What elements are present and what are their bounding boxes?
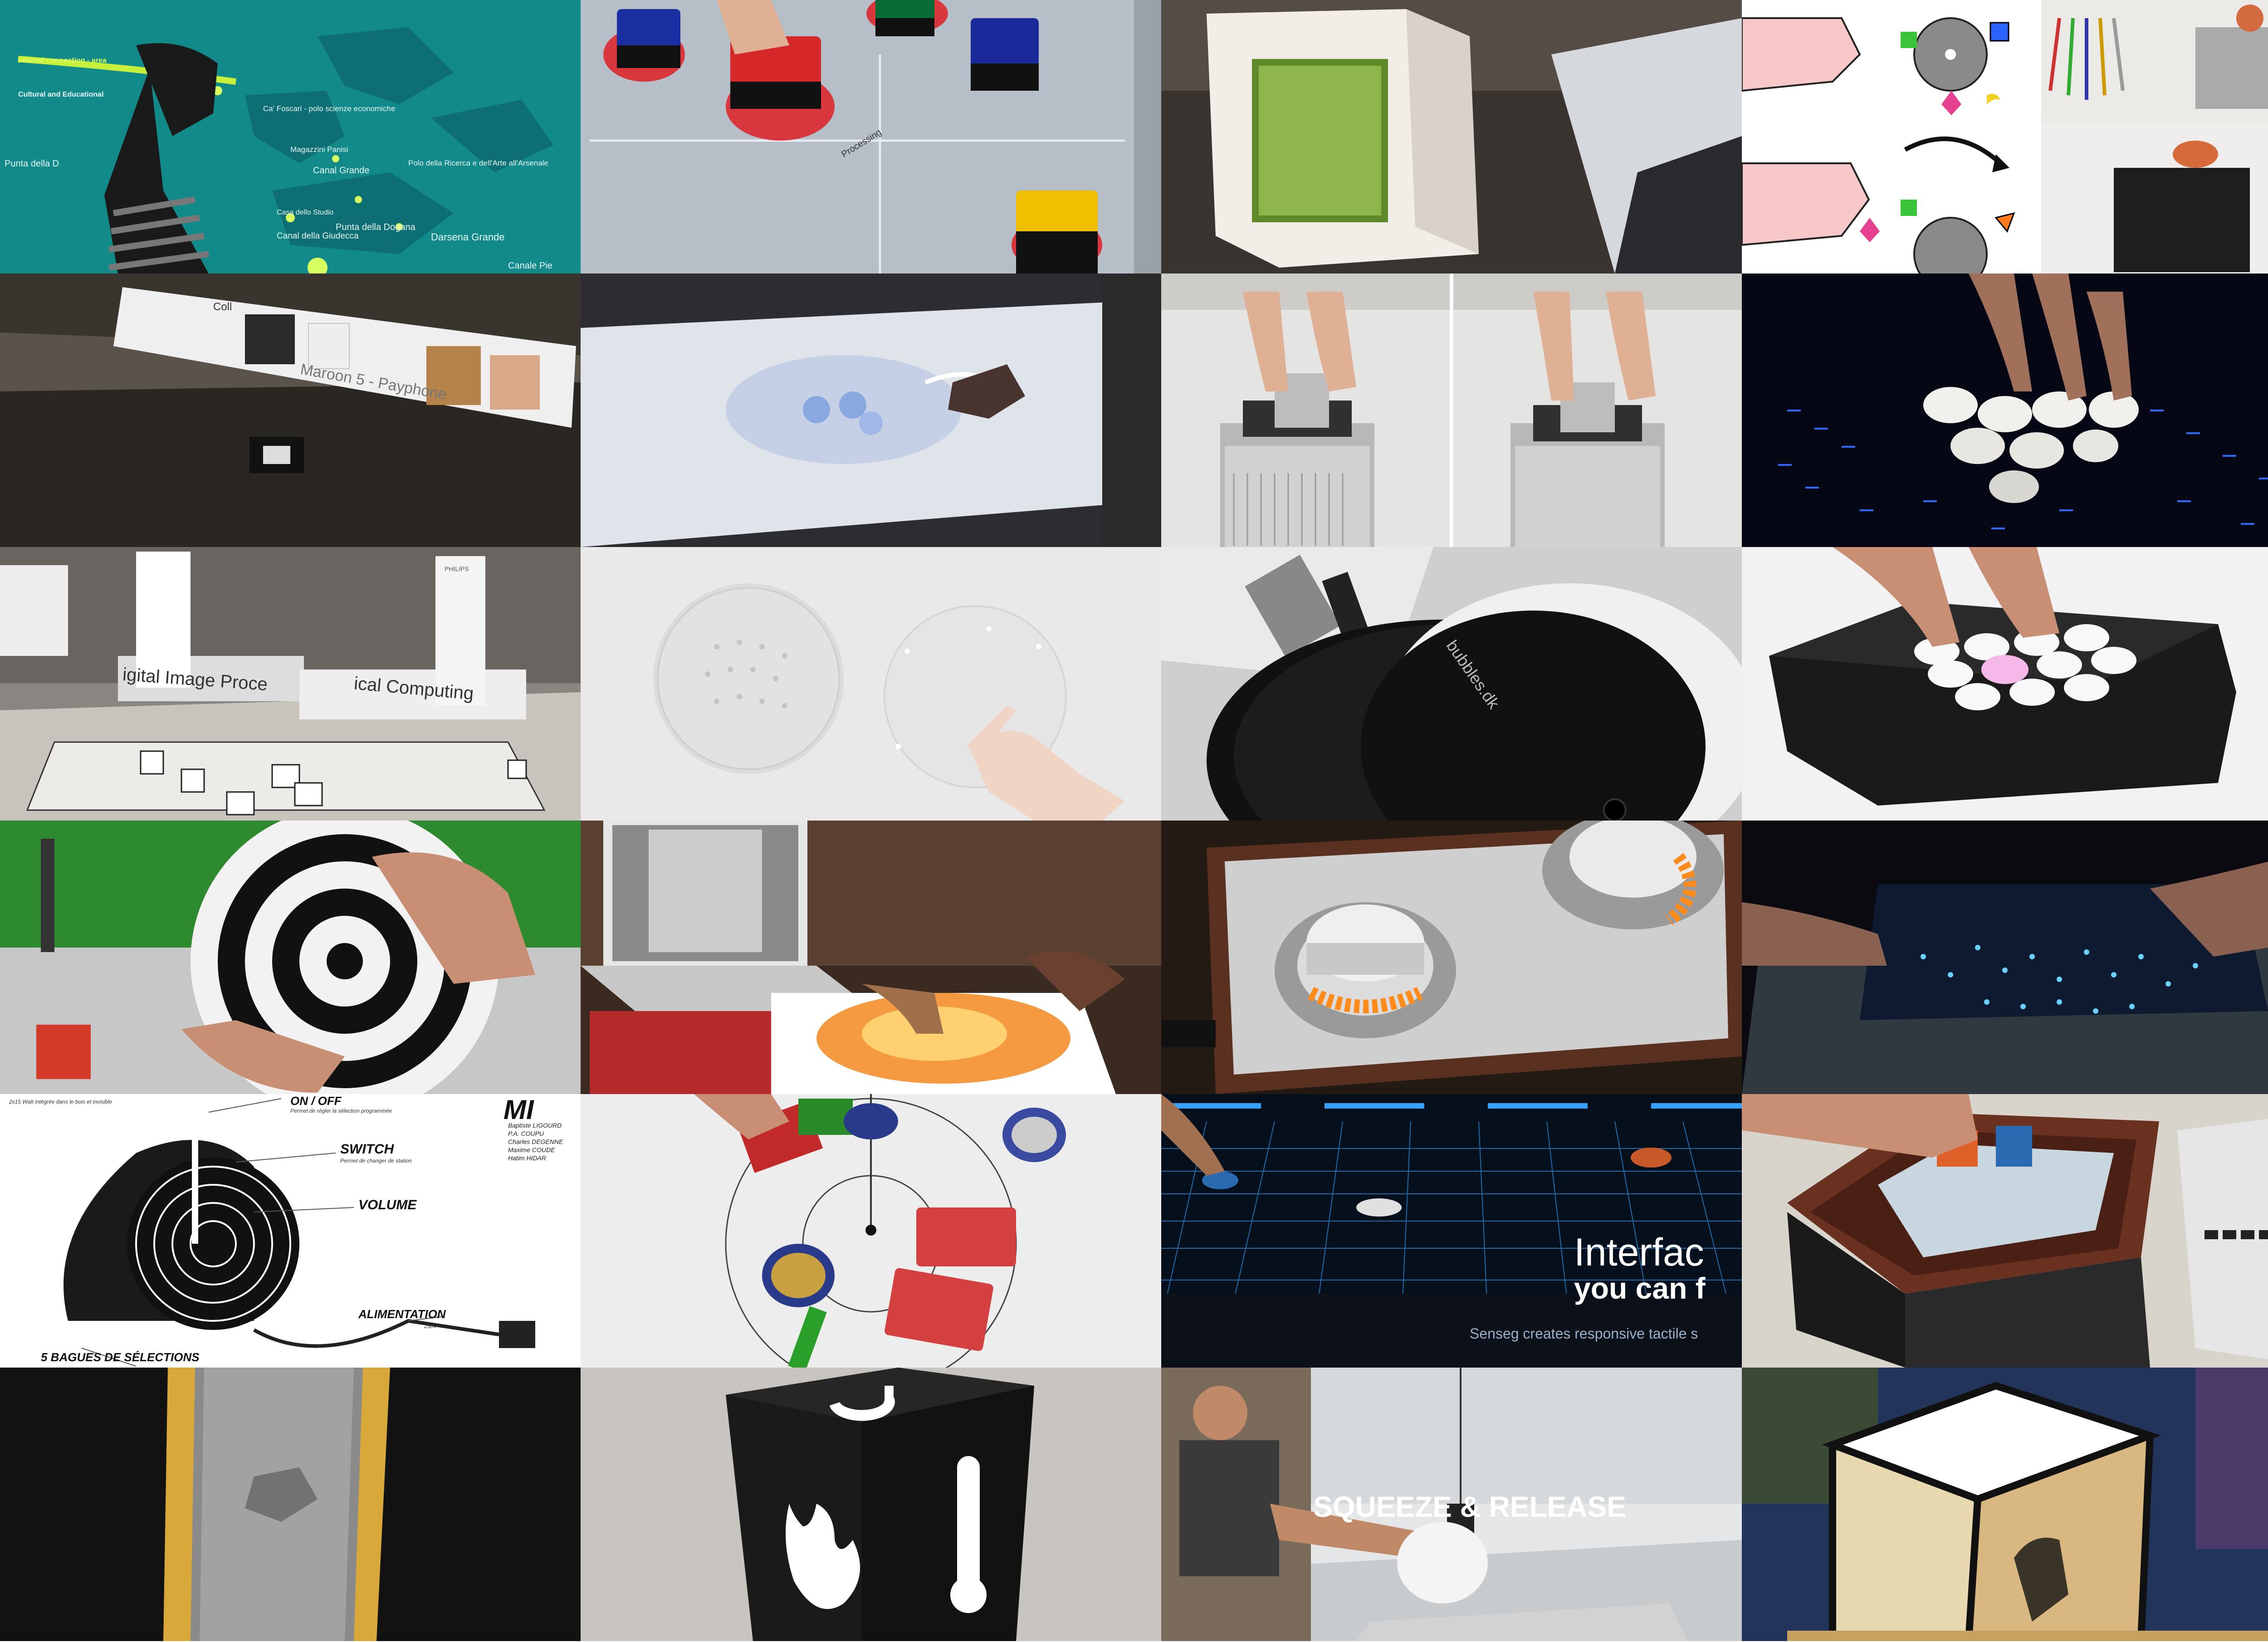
credits-list: Baptiste LIGOURD P.A. COUPU Charles DEGE… <box>508 1121 563 1162</box>
credit-name: Hatim HIDAR <box>508 1154 547 1162</box>
label-switch-note: Permet de changer de station <box>340 1158 412 1164</box>
tile-fiducial-table: igital Image Proce ical Computing PHILIP… <box>0 547 581 821</box>
squeeze-release-caption: SQUEEZE & RELEASE <box>1313 1491 1626 1523</box>
label-volume: VOLUME <box>358 1197 417 1212</box>
map-label-casa-studio: Casa dello Studio <box>277 209 334 216</box>
tile-glowing-pin-surface <box>1742 274 2268 547</box>
map-label-internal: Internal connection - area <box>18 57 107 64</box>
tile-blue-dots-table <box>1742 821 2268 1094</box>
senseg-line1: Interfac <box>1574 1231 1704 1274</box>
map-label-ca-foscari: Ca' Foscari - polo scienze economiche <box>263 104 396 113</box>
tile-aluminium-knobs <box>1161 821 1742 1094</box>
tile-button-box <box>1742 547 2268 821</box>
credits-title: MI <box>503 1095 534 1125</box>
tile-tangible-cubes: Processing <box>581 0 1161 274</box>
tile-senseg-grid: Interfac you can f Senseg creates respon… <box>1161 1094 1742 1368</box>
monitor-brand: PHILIPS <box>445 565 469 572</box>
tile-framed-box <box>1742 1094 2268 1368</box>
tile-white-cube-device <box>1161 0 1742 274</box>
tile-pin-screen <box>0 1368 581 1641</box>
tile-glowing-cube <box>1742 1368 2268 1641</box>
tile-cylinder-device: bubbles.dk <box>1161 547 1742 821</box>
tile-tangible-blocks-circle <box>581 1094 1161 1368</box>
tile-venice-map-table: Internal connection - area Cultural and … <box>0 0 581 274</box>
tile-speaker-diagram: ON / OFF Permet de régler la sélection p… <box>0 1094 581 1368</box>
map-label-darsena: Darsena Grande <box>431 231 505 243</box>
map-label-cultural: Cultural and Educational <box>18 91 104 98</box>
tile-interaction-diagrams <box>1742 0 2268 274</box>
tile-sand-table-laptop <box>581 821 1161 1094</box>
credit-name: Maxime COUDE <box>508 1146 555 1153</box>
label-rings: 5 BAGUES DE SÉLECTIONS <box>41 1350 200 1364</box>
tile-finger-knobs <box>1161 274 1742 547</box>
senseg-line2: you can f <box>1574 1271 1706 1305</box>
credit-name: Charles DEGENNE <box>508 1138 563 1145</box>
map-label-punta-d: Punta della D <box>5 159 59 169</box>
credit-name: Baptiste LIGOURD <box>508 1122 562 1129</box>
credit-name: P.A. COUPU <box>508 1130 544 1137</box>
map-label-canale-pie: Canale Pie <box>508 261 552 271</box>
tile-disc-controller <box>0 821 581 1094</box>
album-panel-label: Coll <box>213 301 232 313</box>
tile-album-table: Coll Maroon 5 - Payphone <box>0 274 581 547</box>
label-alimentation: ALIMENTATION <box>358 1307 446 1321</box>
tile-white-hand-surface <box>581 547 1161 821</box>
map-label-canal-grande: Canal Grande <box>313 166 370 176</box>
tile-squeeze-release: SQUEEZE & RELEASE <box>1161 1368 1742 1641</box>
label-alimentation-note: 230V <box>424 1323 437 1329</box>
label-on-off: ON / OFF <box>290 1094 342 1108</box>
map-label-arsenale: Polo della Ricerca e dell'Arte all'Arsen… <box>408 159 548 167</box>
photo-collage: Internal connection - area Cultural and … <box>0 0 2268 1642</box>
label-on-off-note: Permet de régler la sélection programmée <box>290 1108 392 1114</box>
map-label-giudecca: Canal della Giudecca <box>277 231 359 241</box>
tile-icon-cube <box>581 1368 1161 1641</box>
map-label-magazzini: Magazzini Panisi <box>290 145 348 154</box>
senseg-line3: Senseg creates responsive tactile s <box>1470 1325 1698 1342</box>
tile-projected-ui-table <box>581 274 1161 547</box>
label-switch: SWITCH <box>340 1142 394 1157</box>
label-side-note: 2x15 Watt intégrée dans le bois et invis… <box>9 1099 112 1105</box>
